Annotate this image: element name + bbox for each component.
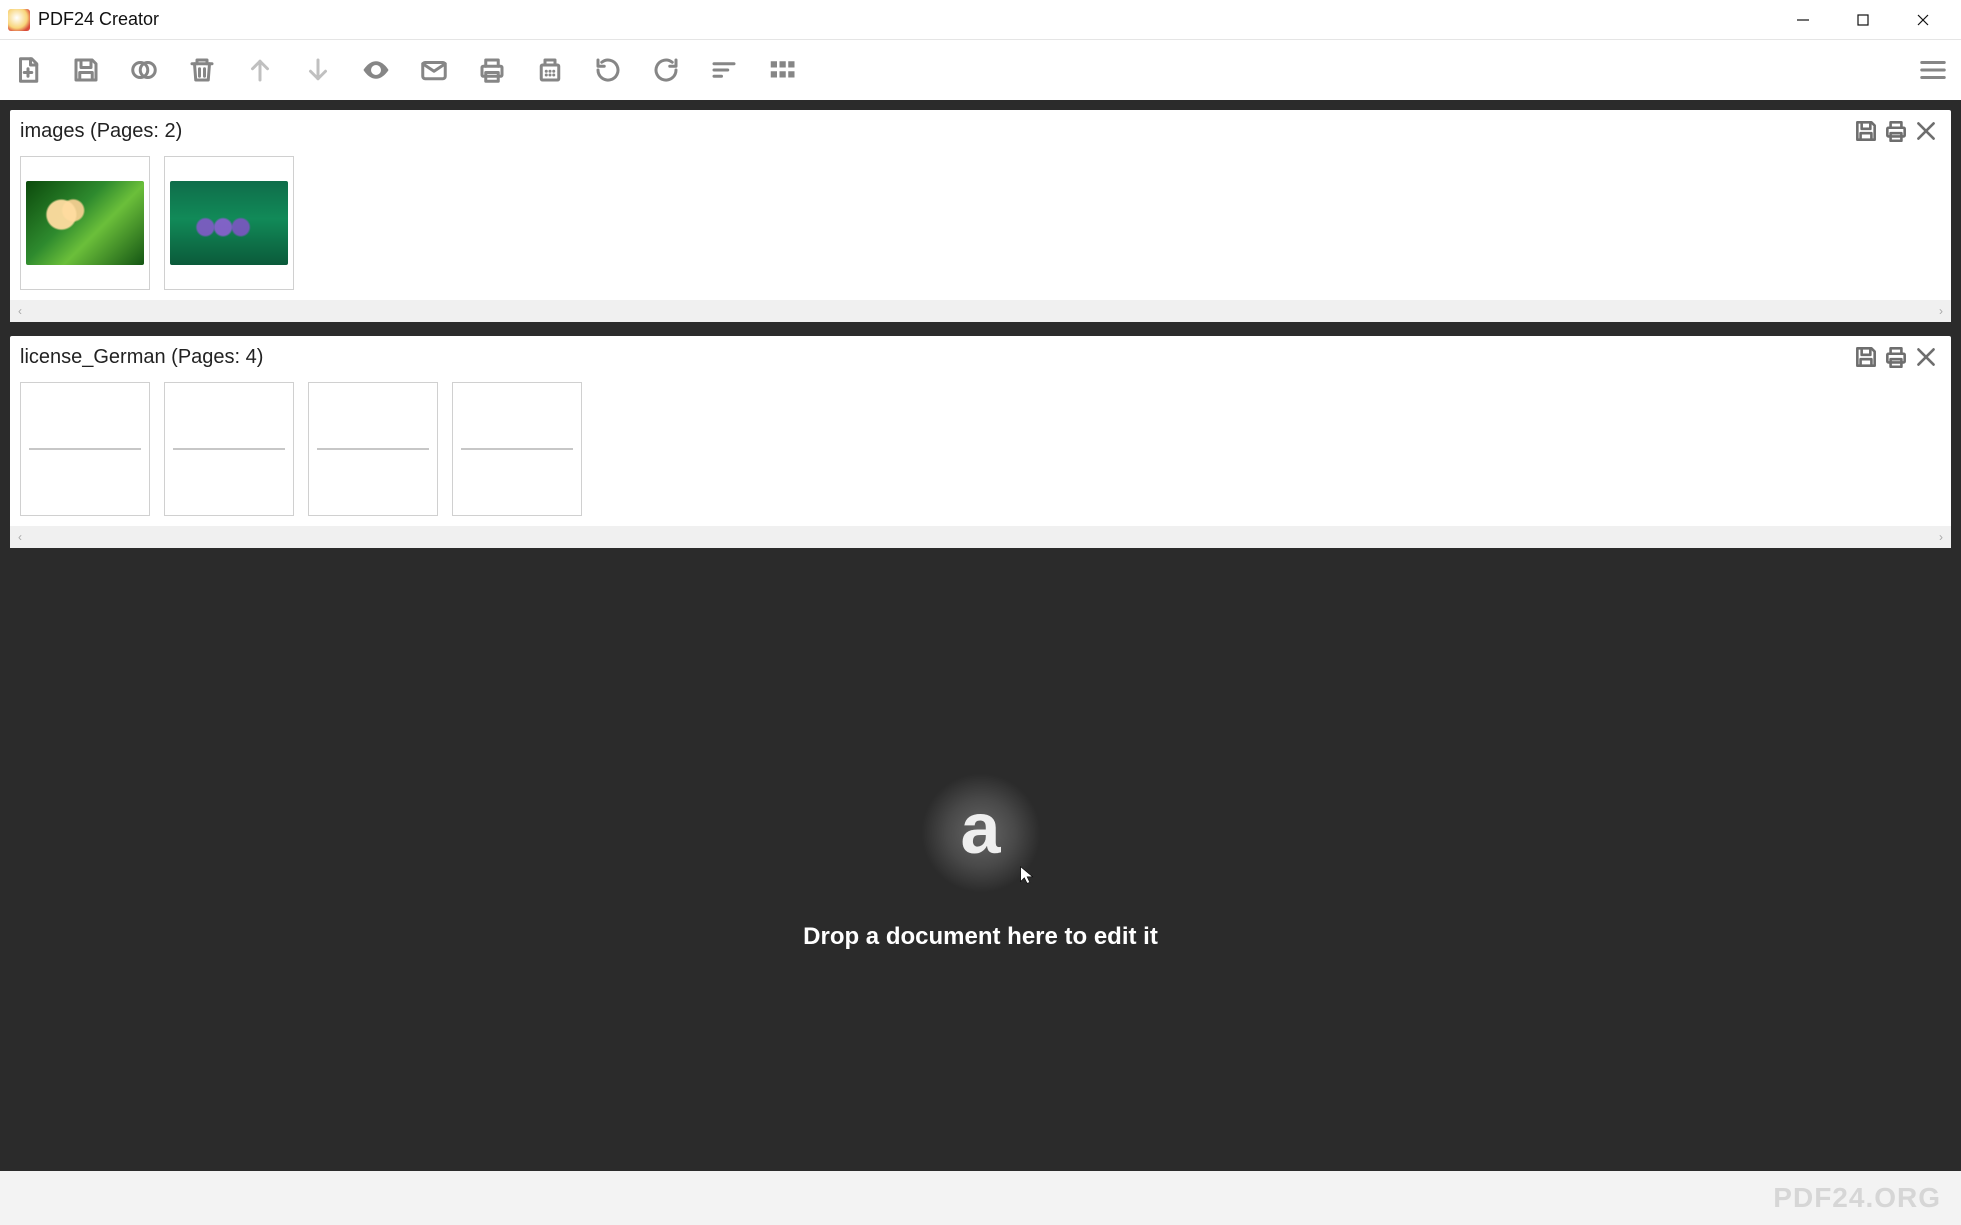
document-panel: images (Pages: 2) ‹ › [10,110,1951,322]
email-icon [419,55,449,85]
rotate-right-icon [651,55,681,85]
drop-glyph-icon: a [960,788,1000,870]
minimize-button[interactable] [1773,0,1833,40]
document-title: license_German (Pages: 4) [20,346,263,369]
email-button[interactable] [416,52,452,88]
preview-icon [361,55,391,85]
document-header: images (Pages: 2) [10,110,1951,148]
document-close-button[interactable] [1911,116,1941,146]
print-button[interactable] [474,52,510,88]
image-preview [26,181,144,265]
print-icon [477,55,507,85]
footer-brand: PDF24.ORG [1773,1182,1941,1214]
merge-button[interactable] [126,52,162,88]
page-strip [10,374,1951,526]
document-title: images (Pages: 2) [20,120,182,143]
document-save-button[interactable] [1851,342,1881,372]
new-file-icon [13,55,43,85]
move-up-icon [245,55,275,85]
scroll-left-icon[interactable]: ‹ [18,530,22,544]
titlebar: PDF24 Creator [0,0,1961,40]
rotate-left-icon [593,55,623,85]
close-icon [1913,344,1939,370]
rotate-right-button[interactable] [648,52,684,88]
page-strip [10,148,1951,300]
save-icon [1853,344,1879,370]
workspace: images (Pages: 2) ‹ › [0,100,1961,1171]
preview-button[interactable] [358,52,394,88]
move-down-button[interactable] [300,52,336,88]
toolbar [0,40,1961,100]
close-window-button[interactable] [1893,0,1953,40]
move-up-button[interactable] [242,52,278,88]
fax-icon [535,55,565,85]
drop-zone-graphic: a [921,773,1041,893]
print-icon [1883,118,1909,144]
page-thumbnail[interactable] [452,382,582,516]
scroll-right-icon[interactable]: › [1939,530,1943,544]
scroll-right-icon[interactable]: › [1939,304,1943,318]
footer: PDF24.ORG [0,1171,1961,1225]
sort-button[interactable] [706,52,742,88]
scroll-left-icon[interactable]: ‹ [18,304,22,318]
save-button[interactable] [68,52,104,88]
horizontal-scrollbar[interactable]: ‹ › [10,526,1951,548]
image-preview [170,181,288,265]
app-icon [8,9,30,31]
rotate-left-button[interactable] [590,52,626,88]
page-thumbnail[interactable] [164,156,294,290]
new-file-button[interactable] [10,52,46,88]
delete-icon [187,55,217,85]
save-icon [1853,118,1879,144]
merge-icon [129,55,159,85]
move-down-icon [303,55,333,85]
sort-icon [709,55,739,85]
drop-zone-text: Drop a document here to edit it [803,923,1158,951]
page-thumbnail[interactable] [20,382,150,516]
grid-icon [767,55,797,85]
page-thumbnail[interactable] [164,382,294,516]
document-panel: license_German (Pages: 4) [10,336,1951,548]
grid-view-button[interactable] [764,52,800,88]
page-thumbnail[interactable] [20,156,150,290]
document-close-button[interactable] [1911,342,1941,372]
document-save-button[interactable] [1851,116,1881,146]
save-icon [71,55,101,85]
document-print-button[interactable] [1881,342,1911,372]
maximize-button[interactable] [1833,0,1893,40]
drop-zone[interactable]: a Drop a document here to edit it [10,562,1951,1161]
page-thumbnail[interactable] [308,382,438,516]
document-header: license_German (Pages: 4) [10,336,1951,374]
menu-button[interactable] [1915,52,1951,88]
hamburger-icon [1918,55,1948,85]
app-title: PDF24 Creator [38,9,159,30]
horizontal-scrollbar[interactable]: ‹ › [10,300,1951,322]
close-icon [1913,118,1939,144]
delete-button[interactable] [184,52,220,88]
cursor-icon [1017,864,1039,891]
fax-button[interactable] [532,52,568,88]
document-print-button[interactable] [1881,116,1911,146]
print-icon [1883,344,1909,370]
